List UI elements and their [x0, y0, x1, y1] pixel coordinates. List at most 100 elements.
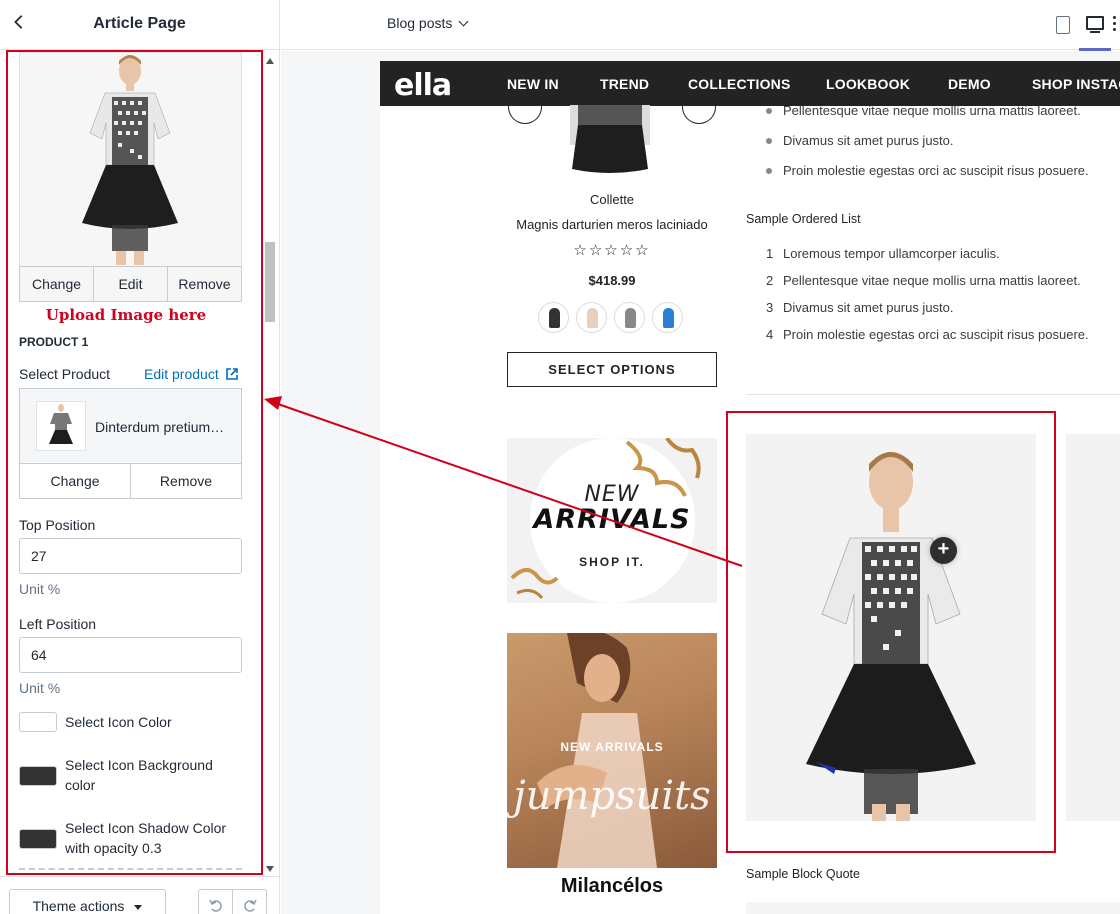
variant-swatches: [538, 302, 683, 333]
nav-item-collections[interactable]: COLLECTIONS: [688, 76, 791, 92]
theme-actions-button[interactable]: Theme actions: [9, 889, 166, 914]
icon-shadow-color-swatch[interactable]: [19, 829, 57, 849]
lookbook-model-image: [806, 452, 976, 821]
nav-item-demo[interactable]: DEMO: [948, 76, 991, 92]
list-bullet: [766, 108, 772, 114]
content-divider: [746, 394, 1120, 395]
list-item: Loremous tempor ullamcorper iaculis.: [783, 246, 1000, 261]
variant-swatch[interactable]: [576, 302, 607, 333]
icon-shadow-color-label: Select Icon Shadow Color with opacity 0.…: [65, 818, 226, 858]
list-number: 4: [766, 327, 774, 342]
left-position-input[interactable]: 64: [19, 637, 242, 673]
change-image-button[interactable]: Change: [20, 267, 94, 301]
product-thumbnail: [36, 401, 86, 451]
icon-background-color-label-line2: color: [65, 777, 96, 793]
banner2-title: NEW ARRIVALS: [560, 740, 664, 754]
sidebar-scrollbar[interactable]: [263, 52, 277, 876]
undo-button[interactable]: [198, 889, 233, 914]
settings-sidebar: Article Page Change Edit Remove Upload I…: [0, 0, 280, 914]
edit-product-label: Edit product: [144, 366, 219, 382]
chevron-down-icon: [458, 16, 469, 27]
image-actions: Change Edit Remove: [19, 266, 242, 302]
list-number: 3: [766, 300, 774, 315]
variant-swatch[interactable]: [538, 302, 569, 333]
product-thumbnail-image: [49, 404, 73, 444]
model-image: [82, 55, 178, 265]
mobile-view-icon[interactable]: [1056, 16, 1070, 34]
remove-product-button[interactable]: Remove: [131, 464, 241, 498]
desktop-view-icon[interactable]: [1086, 16, 1104, 30]
list-number: 1: [766, 246, 774, 261]
sidebar-header: Article Page: [0, 0, 279, 50]
icon-color-swatch[interactable]: [19, 712, 57, 732]
left-position-unit: Unit %: [19, 680, 61, 696]
new-arrivals-banner[interactable]: NEW ARRIVALS SHOP IT.: [507, 438, 717, 603]
remove-image-button[interactable]: Remove: [168, 267, 241, 301]
preview-gutter-top: [281, 51, 1120, 61]
edit-product-link[interactable]: Edit product: [144, 366, 238, 382]
select-product-label: Select Product: [19, 366, 111, 382]
list-item: Pellentesque vitae neque mollis urna mat…: [783, 273, 1081, 288]
list-bullet: [766, 168, 772, 174]
scrollbar-thumb[interactable]: [265, 242, 275, 322]
product-name: Dinterdum pretium…: [95, 419, 225, 435]
banner-cta[interactable]: SHOP IT.: [507, 555, 717, 569]
ordered-list-title: Sample Ordered List: [746, 212, 861, 226]
nav-item-new-in[interactable]: NEW IN: [507, 76, 559, 92]
list-item: Divamus sit amet purus justo.: [783, 300, 954, 315]
collette-product-image[interactable]: [562, 105, 658, 177]
redo-icon: [243, 899, 257, 912]
desktop-view-icon-stand: [1090, 31, 1100, 33]
image-preview: [19, 52, 242, 302]
lookbook-image[interactable]: [746, 434, 1036, 821]
scroll-down-icon[interactable]: [266, 866, 274, 872]
top-position-label: Top Position: [19, 517, 96, 533]
scroll-up-icon[interactable]: [266, 58, 274, 64]
icon-background-color-label-line1: Select Icon Background: [65, 757, 213, 773]
upload-image-note: Upload Image here: [45, 306, 207, 324]
list-item: Proin molestie egestas orci ac suscipit …: [783, 163, 1089, 178]
more-icon[interactable]: [1113, 16, 1117, 34]
banner2-script: jumpsuits: [513, 773, 711, 819]
editor-topbar: Blog posts: [281, 0, 1120, 51]
store-nav: ella NEW IN TREND COLLECTIONS LOOKBOOK D…: [380, 61, 1120, 106]
rating-stars: ☆☆☆☆☆: [573, 242, 651, 259]
edit-image-button[interactable]: Edit: [94, 267, 168, 301]
external-link-icon: [225, 368, 238, 380]
page-selector-label: Blog posts: [387, 15, 453, 31]
variant-swatch[interactable]: [652, 302, 683, 333]
block-quote-area: [746, 902, 1120, 914]
icon-shadow-color-label-line1: Select Icon Shadow Color: [65, 820, 227, 836]
product-actions: Change Remove: [19, 463, 242, 499]
product-brand: Collette: [589, 192, 635, 207]
store-logo[interactable]: ella: [394, 68, 452, 103]
nav-item-lookbook[interactable]: LOOKBOOK: [826, 76, 910, 92]
top-position-input[interactable]: 27: [19, 538, 242, 574]
icon-background-color-swatch[interactable]: [19, 766, 57, 786]
list-item: Divamus sit amet purus justo.: [783, 133, 954, 148]
change-product-button[interactable]: Change: [20, 464, 131, 498]
sidebar-footer: Theme actions: [0, 876, 279, 914]
product-heading: PRODUCT 1: [19, 335, 89, 349]
caret-down-icon: [134, 905, 143, 910]
lookbook-image-next[interactable]: [1066, 434, 1120, 821]
top-position-unit: Unit %: [19, 581, 61, 597]
select-options-button[interactable]: SELECT OPTIONS: [507, 352, 717, 387]
page-selector[interactable]: Blog posts: [387, 15, 469, 31]
redo-button[interactable]: [232, 889, 267, 914]
nav-item-shop-instagram[interactable]: SHOP INSTAC: [1032, 76, 1120, 92]
list-item: Proin molestie egestas orci ac suscipit …: [783, 327, 1089, 342]
left-position-label: Left Position: [19, 616, 97, 632]
undo-icon: [208, 899, 222, 912]
icon-background-color-label: Select Icon Background color: [65, 755, 213, 795]
variant-swatch[interactable]: [614, 302, 645, 333]
product-title[interactable]: Magnis darturien meros laciniado: [507, 217, 717, 232]
product-hotspot-plus-icon[interactable]: +: [930, 537, 957, 564]
section-divider: [19, 868, 242, 870]
list-item: Pellentesque vitae neque mollis urna mat…: [783, 103, 1081, 118]
brand-caption: Milancélos: [560, 875, 664, 897]
jumpsuits-banner[interactable]: NEW ARRIVALS jumpsuits: [507, 633, 717, 868]
nav-item-trend[interactable]: TREND: [600, 76, 649, 92]
list-bullet: [766, 138, 772, 144]
sidebar-scroll-area[interactable]: Change Edit Remove Upload Image here PRO…: [0, 51, 279, 876]
